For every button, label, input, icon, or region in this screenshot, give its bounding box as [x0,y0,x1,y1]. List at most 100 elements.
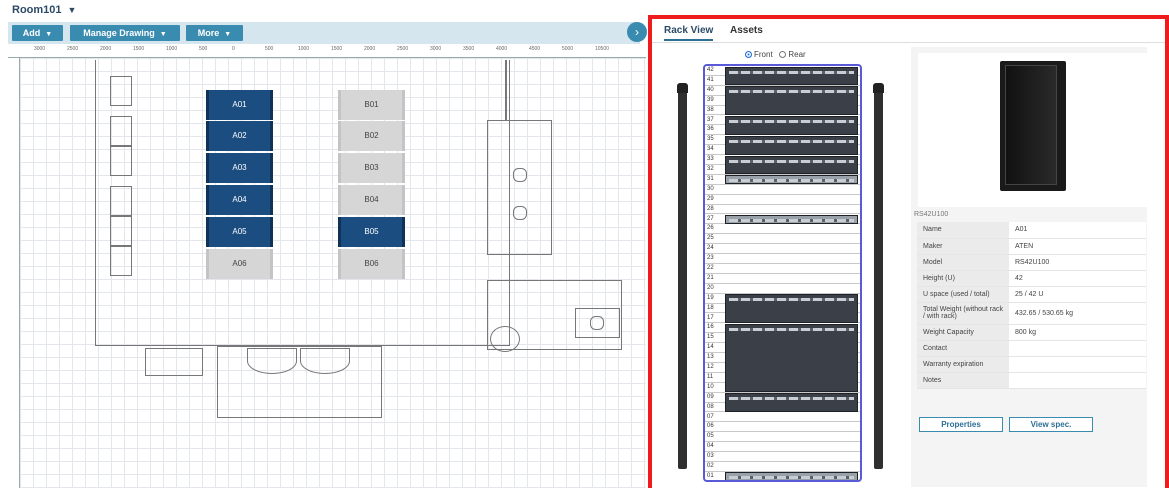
chair [513,168,527,182]
rack-unit-number: 37 [707,116,714,123]
rack-b04[interactable]: B04 [338,185,405,215]
rack-unit-row: 30 [705,185,860,195]
tab-assets[interactable]: Assets [730,25,763,36]
more-button[interactable]: More ▼ [186,25,243,41]
property-key: Weight Capacity [917,324,1009,341]
rack-a05[interactable]: A05 [206,217,273,247]
rack-unit-row: 28 [705,205,860,215]
front-radio[interactable] [745,51,752,58]
rack-device[interactable] [725,66,858,86]
ruler-tick: 0 [232,46,235,52]
rack-a06[interactable]: A06 [206,249,273,279]
rack-b05[interactable]: B05 [338,217,405,247]
rack-device[interactable] [725,116,858,135]
rack-device[interactable] [725,175,858,185]
rack-unit-number: 15 [707,334,714,341]
rack-device[interactable] [725,393,858,412]
shelf-unit [110,116,132,146]
rack-unit-number: 04 [707,443,714,450]
device-face [729,476,854,480]
rack-unit-number: 09 [707,393,714,400]
rack-unit-row: 25 [705,234,860,245]
add-button[interactable]: Add ▼ [12,25,63,41]
cabinet [145,348,203,376]
rack-unit-number: 10 [707,383,714,390]
room-wall [505,60,507,120]
ruler-tick: 3000 [430,46,442,52]
property-row: Name A01 [917,222,1146,239]
rack-b03[interactable]: B03 [338,153,405,183]
shelf-unit [110,76,132,106]
property-row: U space (used / total) 25 / 42 U [917,286,1146,303]
app-root: Room101 ▼ Add ▼ Manage Drawing ▼ More ▼ › 30… [0,0,1169,488]
rack-a02[interactable]: A02 [206,121,273,151]
device-face [729,327,854,331]
rack-a01[interactable]: A01 [206,90,273,120]
property-value [1009,356,1146,373]
rack-b01[interactable]: B01 [338,90,405,120]
property-value: 25 / 42 U [1009,286,1146,303]
property-key: Total Weight (without rack / with rack) [917,302,1009,325]
rack-unit-number: 22 [707,265,714,271]
rack-unit-number: 23 [707,255,714,262]
collapse-panel-button[interactable]: › [627,22,647,42]
chevron-right-icon: › [635,25,639,39]
shelf-unit [110,146,132,176]
rack-device[interactable] [725,323,858,393]
rack-device[interactable] [725,472,858,480]
device-face [729,219,854,222]
model-caption: RS42U100 [914,211,949,218]
rack-device[interactable] [725,155,858,175]
manage-drawing-button[interactable]: Manage Drawing ▼ [70,25,180,41]
shelf-unit [110,246,132,276]
rack-unit-number: 02 [707,463,714,469]
rack-unit-number: 25 [707,235,714,242]
rack-unit-number: 42 [707,67,714,73]
ruler-tick: 5000 [562,46,574,52]
device-face [729,159,854,163]
rear-radio[interactable] [779,51,787,58]
panel-tabs: Rack View Assets [652,19,1165,43]
property-value: 800 kg [1009,324,1146,341]
ruler-tick: 1000 [166,46,178,52]
rack-unit-number: 40 [707,86,714,93]
rack-unit-row: 22 [705,264,860,274]
rack-unit-row: 03 [705,452,860,462]
rack-photo [918,53,1149,207]
rack-device[interactable] [725,294,858,323]
rack-unit-row: 23 [705,254,860,264]
rack-unit-number: 13 [707,354,714,361]
property-key: Warranty expiration [917,356,1009,373]
rack-b02[interactable]: B02 [338,121,405,151]
rack-device[interactable] [725,86,858,115]
ruler-tick: 1500 [331,46,343,52]
front-label: Front [754,50,773,59]
room-selector[interactable]: Room101 ▼ [12,4,76,16]
rack-b06[interactable]: B06 [338,249,405,279]
rack-device[interactable] [725,135,858,155]
rack-unit-number: 14 [707,344,714,351]
horizontal-ruler: 3000 2500 2000 1500 1000 500 0 500 1000 1500 2000 2… [8,46,646,58]
floor-plan-canvas[interactable]: A01 A02 A03 A04 A05 A06 B01 B02 B03 B04 … [20,58,646,488]
rack-device[interactable] [725,215,858,224]
device-face [729,120,854,123]
room-title: Room101 [12,4,62,16]
property-value [1009,372,1146,389]
rack-a04[interactable]: A04 [206,185,273,215]
room-wall [95,60,510,346]
rack-elevation[interactable]: 42 41 40 39 38 37 36 35 34 33 32 31 30 29 28 27 26 25 24 23… [703,64,862,482]
rack-unit-number: 21 [707,274,714,281]
ruler-tick: 2500 [67,46,79,52]
rack-unit-number: 19 [707,294,714,301]
cabinet-image [1000,61,1066,191]
rack-unit-number: 11 [707,373,714,380]
view-spec-button[interactable]: View spec. [1009,417,1093,432]
rack-unit-number: 31 [707,175,714,182]
rack-unit-number: 20 [707,284,714,291]
rack-unit-number: 03 [707,453,714,460]
properties-button[interactable]: Properties [919,417,1003,432]
property-row: Weight Capacity 800 kg [917,324,1146,341]
property-value [1009,340,1146,357]
rack-a03[interactable]: A03 [206,153,273,183]
tab-rack-view[interactable]: Rack View [664,25,714,41]
